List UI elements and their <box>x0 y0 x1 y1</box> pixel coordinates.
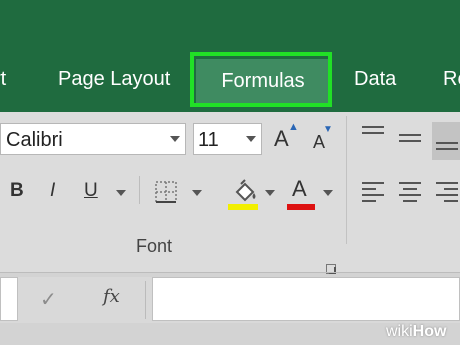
ribbon-tab-bar: rt Page Layout Formulas Data Re <box>0 0 460 112</box>
fill-color-dropdown-icon[interactable] <box>265 190 275 196</box>
align-bottom-button[interactable] <box>432 122 460 160</box>
name-box[interactable] <box>0 277 18 321</box>
fill-color-swatch <box>228 204 258 210</box>
increase-font-size-button[interactable]: A ▲ <box>274 121 299 152</box>
font-size-dropdown[interactable]: 11 <box>193 123 262 155</box>
align-top-button[interactable] <box>362 126 384 138</box>
formula-bar: ✓ fx <box>0 277 460 323</box>
font-size-value: 11 <box>198 129 219 151</box>
group-divider <box>346 116 347 244</box>
align-center-button[interactable] <box>399 182 421 206</box>
ribbon-bottom-border <box>0 272 460 273</box>
watermark-text: wiki <box>386 323 413 340</box>
italic-button[interactable]: I <box>50 180 55 202</box>
font-color-dropdown-icon[interactable] <box>323 190 333 196</box>
underline-button[interactable]: U <box>84 180 98 202</box>
tab-page-layout[interactable]: Page Layout <box>58 68 170 91</box>
decrease-font-size-label: A <box>313 132 326 152</box>
watermark-brand: How <box>412 323 447 340</box>
borders-dropdown-icon[interactable] <box>192 190 202 196</box>
borders-icon[interactable] <box>155 181 177 203</box>
enter-check-icon[interactable]: ✓ <box>40 287 57 312</box>
arrow-up-icon: ▲ <box>288 121 299 133</box>
formula-input[interactable] <box>152 277 460 321</box>
formula-bar-separator <box>145 281 146 319</box>
align-bottom-icon <box>436 142 458 154</box>
tab-formulas[interactable]: Formulas <box>196 59 330 103</box>
align-left-button[interactable] <box>362 182 384 206</box>
increase-font-size-label: A <box>274 126 289 151</box>
insert-function-button[interactable]: fx <box>103 286 120 307</box>
font-name-dropdown[interactable]: Calibri <box>0 123 186 155</box>
font-group-label: Font <box>136 236 173 256</box>
font-name-value: Calibri <box>6 129 63 151</box>
watermark: wikiHow <box>386 323 446 341</box>
arrow-down-icon: ▼ <box>323 124 333 135</box>
font-color-swatch <box>287 204 315 210</box>
toolbar-separator <box>139 176 140 204</box>
chevron-down-icon[interactable] <box>170 136 180 142</box>
underline-dropdown-icon[interactable] <box>116 190 126 196</box>
bold-button[interactable]: B <box>10 180 24 202</box>
chevron-down-icon[interactable] <box>246 136 256 142</box>
tab-insert-partial[interactable]: rt <box>0 68 6 91</box>
align-middle-button[interactable] <box>399 134 421 146</box>
font-color-button[interactable]: A <box>292 176 307 202</box>
tab-review-partial[interactable]: Re <box>443 68 460 91</box>
tab-formulas-label: Formulas <box>221 69 305 92</box>
align-right-button[interactable] <box>436 182 458 206</box>
ribbon-home-panel: Calibri 11 A ▲ A ▼ B I U A Font <box>0 112 460 274</box>
decrease-font-size-button[interactable]: A ▼ <box>313 124 333 153</box>
tab-data[interactable]: Data <box>354 68 396 91</box>
